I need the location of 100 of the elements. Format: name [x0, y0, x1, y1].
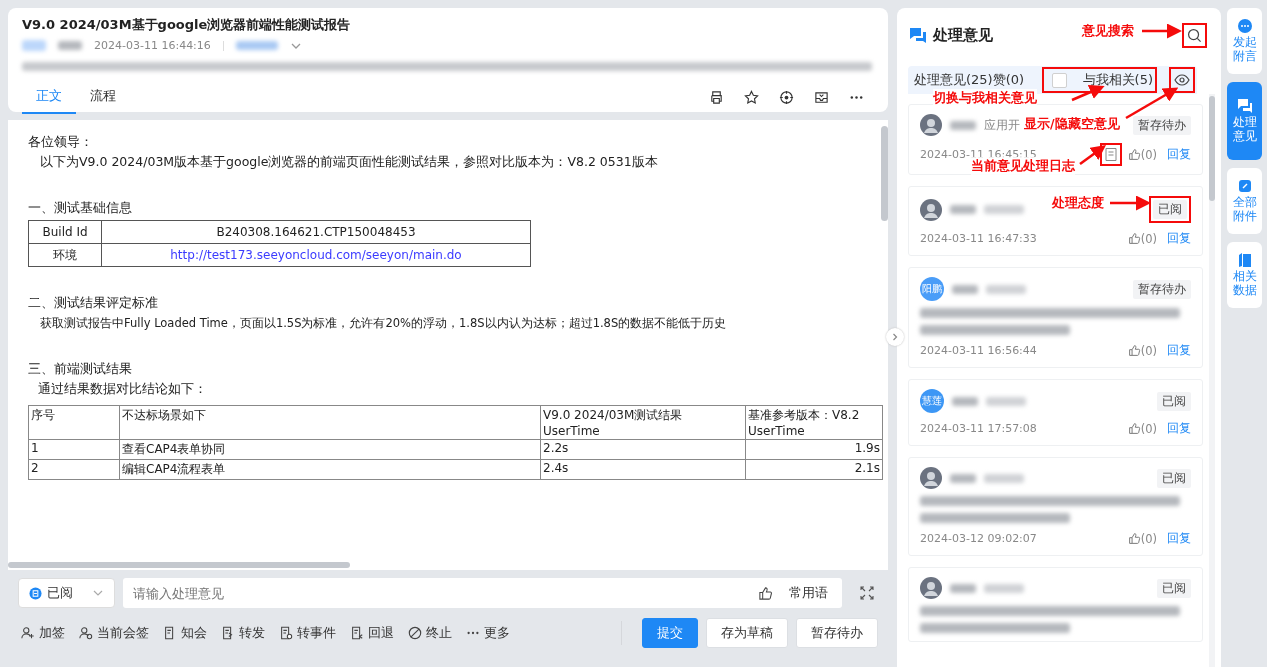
like-button[interactable]: (0)	[1127, 231, 1157, 246]
log-icon[interactable]	[1104, 148, 1117, 161]
section-heading: 二、测试结果评定标准	[28, 294, 159, 312]
thumbs-up-icon	[1127, 422, 1141, 435]
table-header: V9.0 2024/03M测试结果	[543, 407, 684, 424]
attitude-icon	[29, 586, 42, 600]
sidebar-tab[interactable]: 处理意见	[1227, 82, 1262, 160]
common-phrases-button[interactable]: 常用语	[783, 583, 834, 603]
redacted-name	[952, 284, 978, 294]
thumbs-up-icon	[1127, 344, 1141, 357]
tab[interactable]: 正文	[22, 81, 76, 114]
table-header: UserTime	[543, 424, 601, 438]
panel-title: 处理意见	[933, 26, 993, 45]
table-cell: Build Id	[28, 220, 102, 244]
reply-link[interactable]: 回复	[1163, 230, 1191, 247]
status-tag: 已阅	[1157, 391, 1191, 411]
related-checkbox[interactable]	[1051, 72, 1067, 88]
opinion-input[interactable]: 请输入处理意见 常用语	[123, 578, 842, 608]
document-icon	[221, 626, 235, 640]
redacted-text	[984, 583, 1024, 593]
table-cell: 环境	[28, 243, 102, 267]
secondary-button[interactable]: 存为草稿	[706, 618, 788, 648]
table-cell: 2.1s	[745, 459, 883, 480]
expand-icon[interactable]	[860, 586, 874, 600]
horizontal-scrollbar[interactable]	[8, 562, 350, 568]
sidebar-tab[interactable]: 发起附言	[1227, 8, 1262, 74]
table-cell: 2.4s	[540, 459, 746, 480]
greeting-text: 各位领导：	[28, 133, 94, 151]
sidebar-tab[interactable]: 全部附件	[1227, 168, 1262, 234]
like-button[interactable]: (0)	[1127, 421, 1157, 436]
sidebar-tab[interactable]: 相关数据	[1227, 242, 1262, 308]
action-button[interactable]: 当前会签	[76, 624, 152, 642]
chevron-right-icon[interactable]	[891, 333, 899, 341]
redacted-text	[986, 396, 1026, 406]
table-header: UserTime	[748, 424, 806, 438]
search-icon[interactable]	[1187, 28, 1202, 43]
stop-icon	[408, 626, 422, 640]
opinion-time: 2024-03-12 09:02:07	[920, 532, 1037, 545]
avatar-silhouette	[920, 467, 942, 489]
table-header: 不达标场景如下	[119, 405, 541, 440]
table-cell: 2.2s	[540, 439, 746, 460]
conclusion-text: 通过结果数据对比结论如下：	[37, 380, 208, 398]
document-icon	[279, 626, 293, 640]
star-icon[interactable]	[744, 90, 759, 105]
comments-icon	[1236, 98, 1253, 115]
annotation-label: 当前意见处理日志	[971, 157, 1075, 175]
redacted-text	[984, 205, 1024, 214]
chat-bubble-icon	[1236, 18, 1253, 35]
redacted-tag	[22, 40, 46, 51]
redacted-name	[950, 120, 976, 130]
table-cell: 编辑CAP4流程表单	[119, 459, 541, 480]
print-icon[interactable]	[709, 90, 724, 105]
related-filter-toggle[interactable]: 与我相关(5)	[1041, 67, 1157, 93]
inbox-icon[interactable]	[814, 90, 829, 105]
action-button[interactable]: 终止	[405, 624, 455, 642]
thumbs-up-icon	[1127, 532, 1141, 545]
reply-link[interactable]: 回复	[1163, 530, 1191, 547]
action-button[interactable]: 回退	[347, 624, 397, 642]
table-cell: B240308.164621.CTP150048453	[101, 220, 531, 244]
opinion-time: 2024-03-11 16:47:33	[920, 232, 1037, 245]
like-button[interactable]: (0)	[1127, 343, 1157, 358]
status-tag: 暂存待办	[1133, 279, 1191, 299]
action-button[interactable]: 知会	[160, 624, 210, 642]
reply-link[interactable]: 回复	[1163, 342, 1191, 359]
opinion-time: 2024-03-11 16:56:44	[920, 344, 1037, 357]
action-button[interactable]: 转事件	[276, 624, 339, 642]
tab[interactable]: 流程	[76, 81, 130, 114]
action-button[interactable]: 加签	[18, 624, 68, 642]
submit-button[interactable]: 提交	[642, 618, 698, 648]
like-button[interactable]: (0)	[1127, 147, 1157, 162]
opinion-time: 2024-03-11 17:57:08	[920, 422, 1037, 435]
target-icon[interactable]	[779, 90, 794, 105]
redacted-text	[58, 41, 82, 50]
action-button[interactable]: 更多	[463, 624, 513, 642]
avatar-silhouette	[920, 577, 942, 599]
redacted-name	[952, 396, 978, 406]
reply-link[interactable]: 回复	[1163, 146, 1191, 163]
reply-link[interactable]: 回复	[1163, 420, 1191, 437]
panel-scrollbar[interactable]	[1209, 94, 1215, 667]
secondary-button[interactable]: 暂存待办	[796, 618, 878, 648]
table-header: 序号	[28, 405, 120, 440]
intro-paragraph: 以下为V9.0 2024/03M版本基于google浏览器的前端页面性能测试结果，参照对比版本为：V8.2 0531版本	[39, 153, 659, 171]
annotation-label: 显示/隐藏空意见	[1024, 115, 1120, 133]
document-title: V9.0 2024/03M基于google浏览器前端性能测试报告	[22, 16, 352, 34]
eye-icon[interactable]	[1174, 72, 1190, 88]
table-cell: 2	[28, 459, 120, 480]
action-button[interactable]: 转发	[218, 624, 268, 642]
avatar: 阳鹏	[920, 277, 944, 301]
data-icon	[1236, 252, 1253, 269]
annotation-label: 意见搜索	[1082, 22, 1134, 40]
thumbs-up-icon[interactable]	[758, 585, 773, 601]
thumbs-up-icon	[1127, 232, 1141, 245]
status-tag: 暂存待办	[1133, 115, 1191, 135]
user-icon	[79, 626, 93, 640]
table-cell: 1.9s	[745, 439, 883, 460]
avatar: 慧莲	[920, 389, 944, 413]
status-tag: 已阅	[1157, 578, 1191, 598]
criteria-paragraph: 获取测试报告中Fully Loaded Time，页面以1.5S为标准，允许有20%的浮动，1.8S以内认为达标；超过1.8S的数据不能低于历史	[39, 315, 728, 332]
like-button[interactable]: (0)	[1127, 531, 1157, 546]
attitude-select[interactable]: 已阅	[18, 578, 115, 608]
